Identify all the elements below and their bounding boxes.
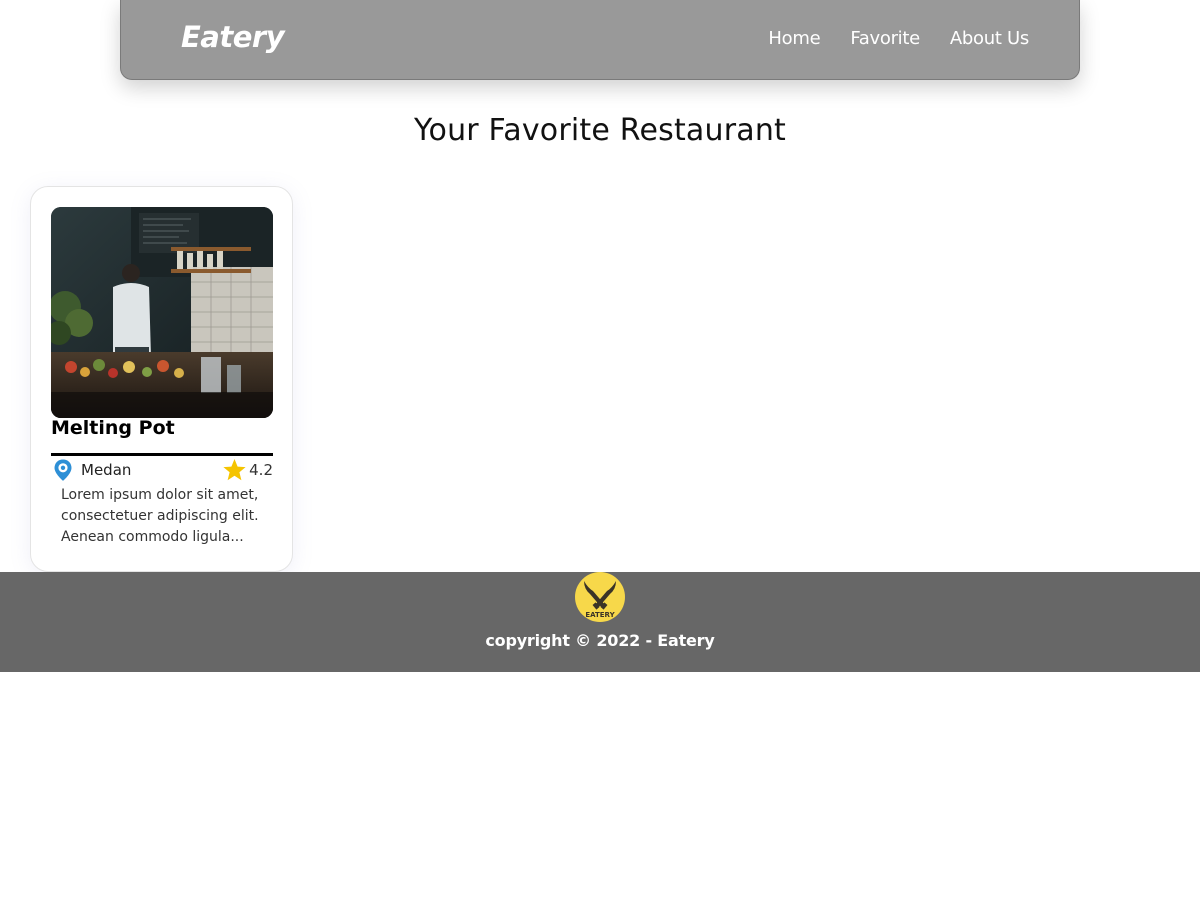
footer: EATERY copyright © 2022 - Eatery	[0, 572, 1200, 672]
restaurant-meta: Medan 4.2	[51, 458, 273, 482]
restaurant-photo	[51, 207, 273, 418]
restaurant-card[interactable]: Melting Pot Medan 4.2 Lorem ipsum dolor …	[30, 186, 293, 572]
star-icon	[222, 458, 247, 482]
nav-link-home[interactable]: Home	[768, 28, 820, 49]
nav-link-about-us[interactable]: About Us	[950, 28, 1029, 49]
restaurant-city: Medan	[81, 461, 132, 479]
nav-links: Home Favorite About Us	[768, 28, 1029, 49]
page-title: Your Favorite Restaurant	[413, 113, 787, 148]
brand-logo[interactable]: Eatery	[181, 20, 285, 54]
navbar: Eatery Home Favorite About Us	[120, 0, 1080, 80]
eatery-logo-icon: EATERY	[575, 572, 625, 622]
restaurant-name: Melting Pot	[51, 417, 175, 439]
restaurant-description: Lorem ipsum dolor sit amet, consectetuer…	[61, 487, 259, 545]
restaurant-rating: 4.2	[249, 461, 273, 479]
logo-wordmark: EATERY	[585, 611, 615, 619]
copyright-text: copyright © 2022 - Eatery	[485, 631, 715, 650]
nav-link-favorite[interactable]: Favorite	[850, 28, 920, 49]
map-pin-icon	[51, 458, 75, 482]
card-divider	[51, 453, 273, 456]
